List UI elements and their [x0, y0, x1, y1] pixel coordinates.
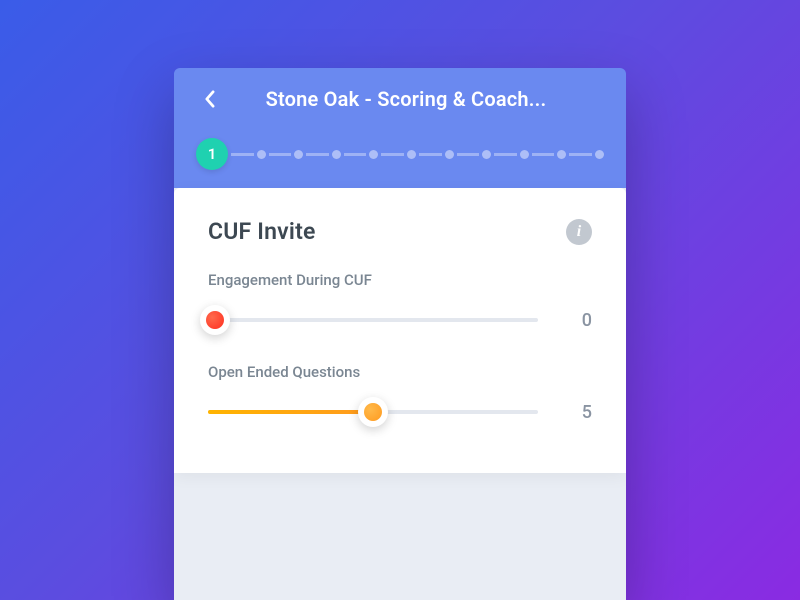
info-icon[interactable]: i — [566, 219, 592, 245]
card-header: CUF Invite i — [208, 218, 592, 245]
slider-value: 0 — [568, 310, 592, 331]
slider-thumb-inner — [364, 403, 382, 421]
step-rail — [569, 153, 592, 156]
header-bar: Stone Oak - Scoring & Coach... — [174, 68, 626, 130]
step-dot[interactable] — [332, 150, 341, 159]
slider-track — [208, 318, 538, 322]
step-track: 1 — [196, 138, 604, 170]
step-rail — [306, 153, 329, 156]
step-rail — [457, 153, 480, 156]
slider-thumb[interactable] — [358, 397, 388, 427]
app-screen: Stone Oak - Scoring & Coach... 1 — [174, 68, 626, 600]
scoring-card: CUF Invite i Engagement During CUF 0 — [174, 188, 626, 473]
step-dot[interactable] — [445, 150, 454, 159]
slider-thumb[interactable] — [200, 305, 230, 335]
slider-thumb-inner — [206, 311, 224, 329]
open-ended-slider[interactable] — [208, 399, 538, 425]
step-dot[interactable] — [482, 150, 491, 159]
back-button[interactable] — [198, 88, 220, 110]
step-rail — [344, 153, 367, 156]
step-rail — [381, 153, 404, 156]
slider-fill — [208, 410, 373, 414]
step-dot[interactable] — [520, 150, 529, 159]
step-current[interactable]: 1 — [196, 138, 228, 170]
slider-row: 5 — [208, 399, 592, 425]
step-dot[interactable] — [257, 150, 266, 159]
progress-stepper: 1 — [174, 130, 626, 188]
field-engagement: Engagement During CUF 0 — [208, 271, 592, 333]
step-rail — [269, 153, 292, 156]
step-dot[interactable] — [595, 150, 604, 159]
step-dot[interactable] — [294, 150, 303, 159]
chevron-left-icon — [204, 90, 215, 108]
step-rail — [231, 153, 254, 156]
slider-row: 0 — [208, 307, 592, 333]
step-rail — [419, 153, 442, 156]
field-label: Engagement During CUF — [208, 271, 592, 289]
field-open-ended: Open Ended Questions 5 — [208, 363, 592, 425]
step-dot[interactable] — [557, 150, 566, 159]
field-label: Open Ended Questions — [208, 363, 592, 381]
slider-value: 5 — [568, 402, 592, 423]
step-dot[interactable] — [369, 150, 378, 159]
card-area: CUF Invite i Engagement During CUF 0 — [174, 188, 626, 600]
step-rail — [494, 153, 517, 156]
page-title: Stone Oak - Scoring & Coach... — [220, 87, 602, 111]
engagement-slider[interactable] — [208, 307, 538, 333]
step-rail — [532, 153, 555, 156]
step-dot[interactable] — [407, 150, 416, 159]
card-title: CUF Invite — [208, 218, 316, 245]
